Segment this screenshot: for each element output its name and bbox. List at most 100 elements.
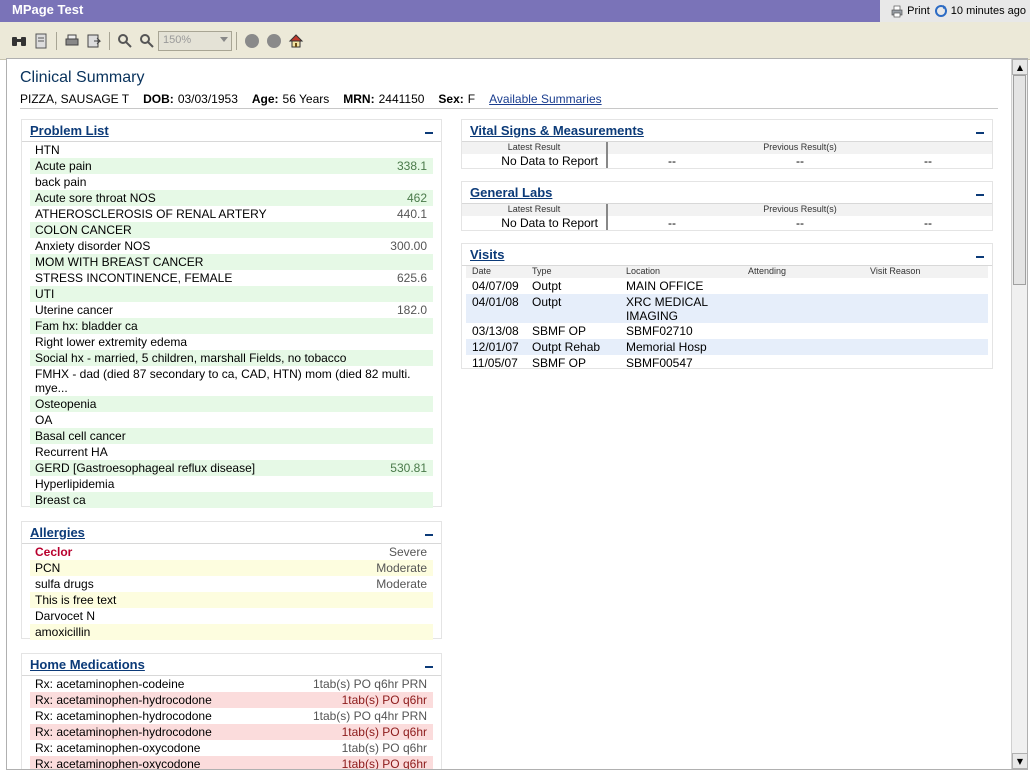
problem-row[interactable]: Hyperlipidemia (30, 476, 433, 492)
problem-row[interactable]: Fam hx: bladder ca (30, 318, 433, 334)
allergy-row[interactable]: PCN Moderate (30, 560, 433, 576)
scroll-down-icon[interactable]: ▼ (1012, 753, 1027, 769)
vertical-scrollbar[interactable]: ▲ ▼ (1011, 59, 1027, 769)
problem-row[interactable]: Acute sore throat NOS 462 (30, 190, 433, 206)
medication-row[interactable]: Rx: acetaminophen-hydrocodone 1tab(s) PO … (30, 724, 433, 740)
visit-row[interactable]: 12/01/07 Outpt Rehab Memorial Hosp (466, 339, 988, 355)
collapse-icon[interactable] (975, 126, 984, 135)
allergy-row[interactable]: sulfa drugs Moderate (30, 576, 433, 592)
medication-row[interactable]: Rx: acetaminophen-oxycodone 1tab(s) PO q6… (30, 740, 433, 756)
medication-row[interactable]: Rx: acetaminophen-hydrocodone 1tab(s) PO … (30, 708, 433, 724)
forward-icon[interactable] (267, 34, 281, 48)
collapse-icon[interactable] (424, 660, 433, 669)
problem-row[interactable]: Uterine cancer 182.0 (30, 302, 433, 318)
problem-row[interactable]: GERD [Gastroesophageal reflux disease] 53… (30, 460, 433, 476)
visit-row[interactable]: 04/07/09 Outpt MAIN OFFICE (466, 278, 988, 294)
section-header: Visits (462, 244, 992, 266)
refresh-label: 10 minutes ago (950, 5, 1026, 17)
toolbar-separator (56, 32, 57, 50)
problem-row[interactable]: UTI (30, 286, 433, 302)
zoom-select[interactable]: 150% (158, 31, 232, 51)
problem-row[interactable]: Breast ca (30, 492, 433, 508)
problem-code: 182.0 (396, 303, 427, 317)
print-button[interactable]: Print (890, 4, 930, 18)
allergy-row[interactable]: Ceclor Severe (30, 544, 433, 560)
problem-row[interactable]: OA (30, 412, 433, 428)
allergy-name: sulfa drugs (35, 577, 94, 591)
printer-icon (891, 5, 903, 18)
section-header: Problem List (22, 120, 441, 142)
toolbar: 150% (0, 22, 1030, 60)
medication-name: Rx: acetaminophen-oxycodone (35, 757, 201, 770)
visits-title[interactable]: Visits (470, 247, 504, 262)
problem-row[interactable]: Basal cell cancer (30, 428, 433, 444)
visit-type: SBMF OP (532, 356, 587, 370)
problem-row[interactable]: Acute pain 338.1 (30, 158, 433, 174)
toolbar-separator (109, 32, 110, 50)
allergies-title[interactable]: Allergies (30, 525, 85, 540)
problem-row[interactable]: FMHX - dad (died 87 secondary to ca, CAD… (30, 366, 433, 396)
visits-header-row: Date Type Location Attending Visit Reaso… (466, 266, 988, 278)
problem-name: Fam hx: bladder ca (35, 319, 138, 333)
previous-result-value: -- (796, 154, 804, 168)
visit-reason (866, 355, 988, 371)
labs-section: General Labs Latest Result Previous Resu… (461, 181, 993, 231)
vitals-title[interactable]: Vital Signs & Measurements (470, 123, 644, 138)
find-icon[interactable] (10, 32, 28, 50)
home-medications-title[interactable]: Home Medications (30, 657, 145, 672)
collapse-icon[interactable] (424, 528, 433, 537)
collapse-icon[interactable] (424, 126, 433, 135)
home-icon[interactable] (287, 32, 305, 50)
problem-row[interactable]: HTN (30, 142, 433, 158)
visit-date: 04/01/08 (472, 295, 519, 309)
problem-row[interactable]: back pain (30, 174, 433, 190)
problem-name: Basal cell cancer (35, 429, 126, 443)
medication-row[interactable]: Rx: acetaminophen-oxycodone 1tab(s) PO q6… (30, 756, 433, 770)
medication-row[interactable]: Rx: acetaminophen-hydrocodone 1tab(s) PO … (30, 692, 433, 708)
allergy-row[interactable]: Darvocet N (30, 608, 433, 624)
problem-row[interactable]: Recurrent HA (30, 444, 433, 460)
allergy-row[interactable]: This is free text (30, 592, 433, 608)
section-header: General Labs (462, 182, 992, 204)
problem-name: Social hx - married, 5 children, marshal… (35, 351, 347, 365)
visit-row[interactable]: 04/01/08 Outpt XRC MEDICAL IMAGING (466, 294, 988, 323)
latest-result-header: Latest Result (462, 204, 608, 216)
labs-title[interactable]: General Labs (470, 185, 552, 200)
problem-row[interactable]: COLON CANCER (30, 222, 433, 238)
window-title: MPage Test (12, 2, 84, 17)
zoom-in-icon[interactable] (116, 32, 134, 50)
scroll-thumb[interactable] (1013, 75, 1026, 285)
allergy-row[interactable]: amoxicillin (30, 624, 433, 640)
problem-row[interactable]: Anxiety disorder NOS 300.00 (30, 238, 433, 254)
collapse-icon[interactable] (975, 250, 984, 259)
toolbar-separator (236, 32, 237, 50)
age-value: 56 Years (282, 92, 330, 106)
visit-row[interactable]: 11/05/07 SBMF OP SBMF00547 (466, 355, 988, 371)
problem-name: Hyperlipidemia (35, 477, 115, 491)
mrn-label: MRN: (343, 92, 375, 106)
problem-row[interactable]: Social hx - married, 5 children, marshal… (30, 350, 433, 366)
problem-row[interactable]: STRESS INCONTINENCE, FEMALE 625.6 (30, 270, 433, 286)
problem-row[interactable]: Osteopenia (30, 396, 433, 412)
visit-row[interactable]: 03/13/08 SBMF OP SBMF02710 (466, 323, 988, 339)
problem-row[interactable]: Right lower extremity edema (30, 334, 433, 350)
problem-list-title[interactable]: Problem List (30, 123, 109, 138)
print-preview-icon[interactable] (63, 32, 81, 50)
export-icon[interactable] (85, 32, 103, 50)
scroll-up-icon[interactable]: ▲ (1012, 59, 1027, 75)
visit-type: Outpt Rehab (532, 340, 601, 354)
problem-row[interactable]: ATHEROSCLEROSIS OF RENAL ARTERY 440.1 (30, 206, 433, 222)
sex-value: F (467, 92, 476, 106)
available-summaries-link[interactable]: Available Summaries (489, 92, 602, 106)
medication-name: Rx: acetaminophen-hydrocodone (35, 693, 212, 707)
page-icon[interactable] (32, 32, 50, 50)
labs-data-row: No Data to Report -- -- -- (462, 216, 992, 230)
medication-row[interactable]: Rx: acetaminophen-codeine 1tab(s) PO q6hr… (30, 676, 433, 692)
zoom-value: 150% (163, 34, 192, 46)
refresh-button[interactable]: 10 minutes ago (934, 4, 1026, 18)
medication-name: Rx: acetaminophen-codeine (35, 677, 185, 691)
collapse-icon[interactable] (975, 188, 984, 197)
zoom-out-icon[interactable] (138, 32, 156, 50)
problem-row[interactable]: MOM WITH BREAST CANCER (30, 254, 433, 270)
back-icon[interactable] (245, 34, 259, 48)
